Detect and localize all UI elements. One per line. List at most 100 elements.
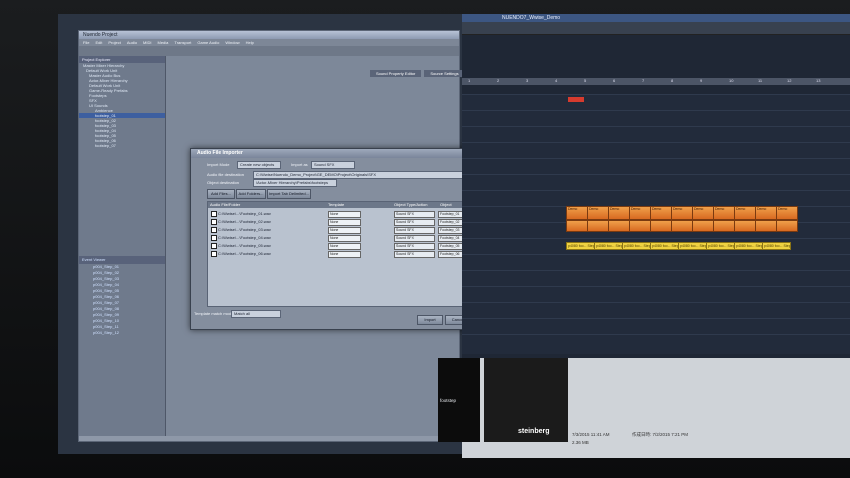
track-lane[interactable]: [462, 302, 850, 303]
track-lane[interactable]: [462, 110, 850, 111]
track-lane[interactable]: [462, 190, 850, 191]
track-lane[interactable]: [462, 238, 850, 239]
import-tab-delimited-button[interactable]: Import Tab Delimited...: [267, 189, 311, 199]
audio-clip[interactable]: [608, 220, 630, 232]
audio-clip[interactable]: [629, 220, 651, 232]
track-lane[interactable]: [462, 254, 850, 255]
audio-clip[interactable]: [713, 220, 735, 232]
menu-item[interactable]: Project: [108, 39, 120, 46]
track-lane[interactable]: [462, 126, 850, 127]
import-as-select[interactable]: Sound SFX: [311, 161, 355, 169]
menu-item[interactable]: Edit: [95, 39, 102, 46]
track-lane[interactable]: [462, 158, 850, 159]
table-row[interactable]: C:\Wwise\...\Footstep_04.wav None Sound SF…: [208, 234, 466, 242]
event-clip[interactable]: p4080 foo... Step: [622, 242, 651, 250]
menu-item[interactable]: Transport: [174, 39, 191, 46]
table-row[interactable]: C:\Wwise\...\Footstep_05.wav None Sound SF…: [208, 242, 466, 250]
audio-clip[interactable]: Demo: [755, 206, 777, 220]
import-button[interactable]: Import: [417, 315, 443, 325]
audio-clip[interactable]: Demo: [776, 206, 798, 220]
track-lane[interactable]: [462, 286, 850, 287]
template-select[interactable]: None: [328, 243, 361, 250]
audio-clip[interactable]: [566, 220, 588, 232]
object-type-select[interactable]: Sound SFX: [394, 235, 435, 242]
menu-item[interactable]: MIDI: [143, 39, 151, 46]
track-lane[interactable]: [462, 270, 850, 271]
object-type-select[interactable]: Sound SFX: [394, 243, 435, 250]
track-lane[interactable]: [462, 318, 850, 319]
event-clip[interactable]: p4080 foo... Step: [678, 242, 707, 250]
tree-item[interactable]: footstep_07: [79, 143, 165, 148]
audio-clip[interactable]: [587, 220, 609, 232]
template-select[interactable]: None: [328, 227, 361, 234]
row-checkbox[interactable]: [211, 219, 217, 225]
audio-clip[interactable]: [671, 220, 693, 232]
event-clip[interactable]: p4080 foo... Step: [594, 242, 623, 250]
track-lane[interactable]: [462, 94, 850, 95]
audio-clip[interactable]: [776, 220, 798, 232]
audio-clip[interactable]: Demo: [713, 206, 735, 220]
menu-item[interactable]: Game Audio: [197, 39, 219, 46]
tab-property[interactable]: Source Settings: [424, 70, 465, 77]
col-template[interactable]: Template: [326, 202, 392, 208]
destination-field[interactable]: C:\Wwise\Nuendo_Demo_Project\GE_DEMO\Pro…: [253, 171, 465, 179]
table-row[interactable]: C:\Wwise\...\Footstep_02.wav None Sound SF…: [208, 218, 466, 226]
audio-clip[interactable]: Demo: [671, 206, 693, 220]
marker[interactable]: [568, 97, 584, 102]
row-checkbox[interactable]: [211, 211, 217, 217]
audio-clip[interactable]: [734, 220, 756, 232]
event-clip[interactable]: p4080 foo... Step: [566, 242, 595, 250]
audio-clip[interactable]: Demo: [608, 206, 630, 220]
template-select[interactable]: None: [328, 251, 361, 258]
object-type-select[interactable]: Sound SFX: [394, 227, 435, 234]
event-clip[interactable]: p4080 foo... Step: [650, 242, 679, 250]
row-checkbox[interactable]: [211, 251, 217, 257]
object-type-select[interactable]: Sound SFX: [394, 251, 435, 258]
track-area[interactable]: Demo Demo Demo Demo Demo Demo Demo Demo Demo Demo…: [462, 94, 850, 354]
list-item[interactable]: p004_Step_12: [79, 330, 165, 336]
event-clip[interactable]: p4080 foo... Step: [734, 242, 763, 250]
add-folders-button[interactable]: Add Folders...: [236, 189, 266, 199]
table-row[interactable]: C:\Wwise\...\Footstep_01.wav None Sound SF…: [208, 210, 466, 218]
row-checkbox[interactable]: [211, 235, 217, 241]
ruler-tick: 6: [613, 78, 616, 83]
template-select[interactable]: None: [328, 211, 361, 218]
audio-clip[interactable]: [650, 220, 672, 232]
audio-clip[interactable]: Demo: [566, 206, 588, 220]
import-as-label: Import as: [291, 162, 308, 167]
track-lane[interactable]: [462, 334, 850, 335]
menu-item[interactable]: Media: [158, 39, 169, 46]
template-select[interactable]: None: [328, 219, 361, 226]
event-clip[interactable]: p4080 foo... Step: [706, 242, 735, 250]
menu-item[interactable]: Window: [225, 39, 239, 46]
object-type-select[interactable]: Sound SFX: [394, 211, 435, 218]
track-lane[interactable]: [462, 174, 850, 175]
table-row[interactable]: C:\Wwise\...\Footstep_03.wav None Sound SF…: [208, 226, 466, 234]
template-select[interactable]: None: [328, 235, 361, 242]
col-audio-file[interactable]: Audio File/Folder: [208, 202, 326, 208]
add-files-button[interactable]: Add Files...: [207, 189, 235, 199]
audio-clip[interactable]: Demo: [650, 206, 672, 220]
row-checkbox[interactable]: [211, 227, 217, 233]
audio-clip[interactable]: Demo: [587, 206, 609, 220]
col-object-type[interactable]: Object Type/Action: [392, 202, 438, 208]
menu-item[interactable]: Audio: [127, 39, 137, 46]
menu-item[interactable]: File: [83, 39, 89, 46]
audio-clip[interactable]: [755, 220, 777, 232]
ruler-tick: 9: [700, 78, 703, 83]
event-clip[interactable]: p4080 foo... Step: [762, 242, 791, 250]
audio-clip[interactable]: Demo: [692, 206, 714, 220]
audio-clip[interactable]: Demo: [734, 206, 756, 220]
row-checkbox[interactable]: [211, 243, 217, 249]
timeline-ruler[interactable]: 1 2 3 4 5 6 7 8 9 10 11 12 13: [462, 78, 850, 85]
template-match-select[interactable]: Match all: [231, 310, 281, 318]
tab-property[interactable]: Sound Property Editor: [370, 70, 422, 77]
import-mode-select[interactable]: Create new objects: [237, 161, 281, 169]
object-destination-field[interactable]: \Actor-Mixer Hierarchy\Prefabs\footsteps: [253, 179, 337, 187]
table-row[interactable]: C:\Wwise\...\Footstep_06.wav None Sound SF…: [208, 250, 466, 258]
object-type-select[interactable]: Sound SFX: [394, 219, 435, 226]
audio-clip[interactable]: [692, 220, 714, 232]
menu-item[interactable]: Help: [246, 39, 254, 46]
track-lane[interactable]: [462, 142, 850, 143]
audio-clip[interactable]: Demo: [629, 206, 651, 220]
